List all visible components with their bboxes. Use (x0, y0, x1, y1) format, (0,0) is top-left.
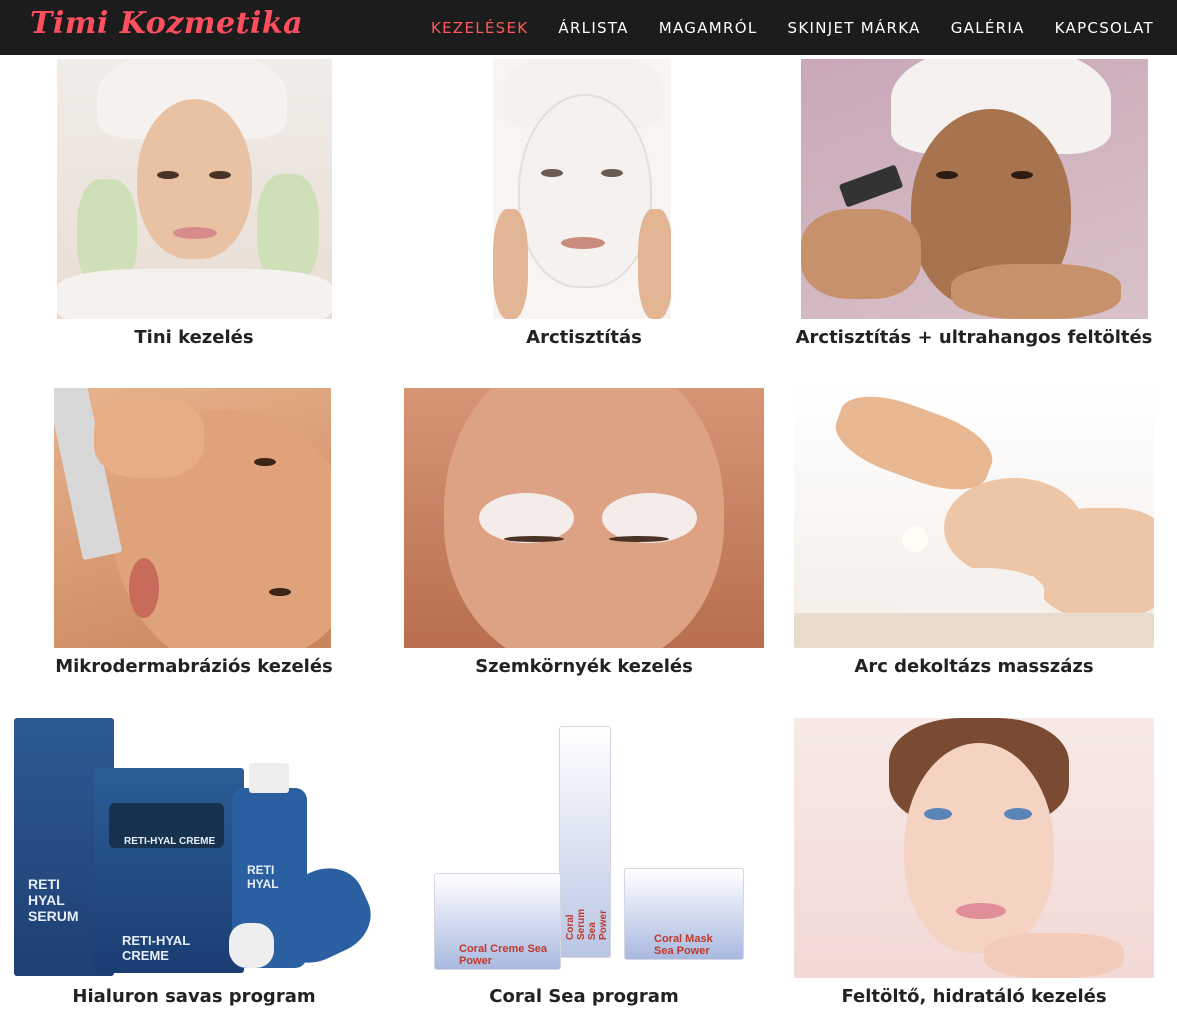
treatment-title[interactable]: Coral Sea program (404, 986, 764, 1007)
treatment-title[interactable]: Arc dekoltázs masszázs (794, 656, 1154, 677)
treatment-title[interactable]: Arctisztítás (404, 327, 764, 348)
treatment-card-szemkornyek[interactable]: Szemkörnyék kezelés (404, 388, 764, 688)
product-label: RETI HYAL (247, 863, 279, 891)
arc-dekoltazs-photo[interactable] (794, 388, 1154, 648)
treatment-card-arctisztitas[interactable]: Arctisztítás (404, 59, 764, 359)
hialuron-photo[interactable]: RETI-HYAL CREME RETI HYAL RETI HYAL SERU… (14, 718, 374, 978)
treatment-card-coral-sea[interactable]: Coral Serum Sea Power Coral Creme Sea Po… (404, 718, 764, 1018)
coral-sea-photo[interactable]: Coral Serum Sea Power Coral Creme Sea Po… (404, 718, 764, 978)
treatment-card-arc-dekoltazs[interactable]: Arc dekoltázs masszázs (794, 388, 1154, 688)
treatment-title[interactable]: Szemkörnyék kezelés (404, 656, 764, 677)
tini-photo[interactable] (57, 59, 332, 319)
product-label: RETI-HYAL CREME (124, 836, 216, 847)
arctisztitas-photo[interactable] (493, 59, 671, 319)
mikrodermabrazio-photo[interactable] (54, 388, 331, 648)
product-label: RETI HYAL SERUM (28, 876, 79, 924)
product-label: RETI-HYAL CREME (122, 933, 190, 963)
treatment-title[interactable]: Mikrodermabráziós kezelés (14, 656, 374, 677)
top-navbar: Timi Kozmetika KEZELÉSEK ÁRLISTA MAGAMRÓ… (0, 0, 1177, 55)
product-label: Coral Creme Sea Power (459, 943, 548, 967)
treatment-card-ultrahangos[interactable]: Arctisztítás + ultrahangos feltöltés (794, 59, 1154, 359)
treatment-title[interactable]: Hialuron savas program (14, 986, 374, 1007)
nav-item-kezelesek[interactable]: KEZELÉSEK (431, 19, 528, 37)
treatment-card-mikrodermabrazio[interactable]: Mikrodermabráziós kezelés (14, 388, 374, 688)
szemkornyek-photo[interactable] (404, 388, 764, 648)
treatment-title[interactable]: Tini kezelés (14, 327, 374, 348)
main-nav: KEZELÉSEK ÁRLISTA MAGAMRÓL SKINJET MÁRKA… (401, 0, 1154, 55)
nav-item-kapcsolat[interactable]: KAPCSOLAT (1055, 19, 1154, 37)
product-label: Coral Serum Sea Power (565, 908, 609, 940)
treatment-card-feltolto[interactable]: Feltöltő, hidratáló kezelés (794, 718, 1154, 1018)
treatment-card-hialuron[interactable]: RETI-HYAL CREME RETI HYAL RETI HYAL SERU… (14, 718, 374, 1018)
nav-item-magamrol[interactable]: MAGAMRÓL (659, 19, 758, 37)
treatment-card-tini[interactable]: Tini kezelés (14, 59, 374, 359)
feltolto-photo[interactable] (794, 718, 1154, 978)
treatment-title[interactable]: Feltöltő, hidratáló kezelés (794, 986, 1154, 1007)
site-logo[interactable]: Timi Kozmetika (30, 6, 303, 41)
nav-item-arlista[interactable]: ÁRLISTA (558, 19, 628, 37)
treatment-title[interactable]: Arctisztítás + ultrahangos feltöltés (794, 327, 1154, 348)
product-label: Coral Mask Sea Power (654, 933, 713, 957)
nav-item-galeria[interactable]: GALÉRIA (951, 19, 1025, 37)
nav-item-skinjet-marka[interactable]: SKINJET MÁRKA (788, 19, 921, 37)
ultrahangos-photo[interactable] (801, 59, 1148, 319)
